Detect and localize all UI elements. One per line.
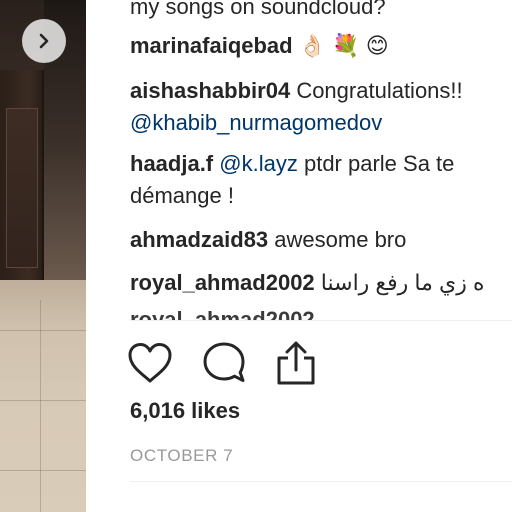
- comment-item: my songs on soundcloud?: [130, 0, 512, 23]
- comment-text: ptdr parle Sa te: [303, 151, 455, 176]
- comment-item-continued: @khabib_nurmagomedov: [130, 107, 512, 139]
- comment-item: royal_ahmad2002 ه زي ما رفع راسنا: [130, 267, 512, 299]
- comment-item: ahmadzaid83 awesome bro: [130, 224, 512, 256]
- comment-item-continued: démange !: [130, 180, 512, 212]
- comment-username[interactable]: marinafaiqebad: [130, 33, 293, 58]
- floor-tile-line: [0, 400, 86, 401]
- floor-tile-line: [0, 470, 86, 471]
- comment-text: awesome bro: [274, 227, 407, 252]
- post-actions: [128, 339, 512, 387]
- comment-text: démange !: [130, 183, 234, 208]
- comment-username[interactable]: royal_ahmad2002: [130, 307, 315, 320]
- comment-text: Congratulations!!: [296, 78, 463, 103]
- section-divider: [130, 320, 512, 321]
- post-date: OCTOBER 7: [130, 446, 234, 465]
- share-button[interactable]: [272, 339, 320, 387]
- post-photo: [0, 0, 86, 512]
- next-photo-button[interactable]: [22, 19, 66, 63]
- post-details-panel: my songs on soundcloud? marinafaiqebad 👌…: [86, 0, 512, 512]
- comment-username[interactable]: aishashabbir04: [130, 78, 290, 103]
- heart-icon: [128, 343, 172, 383]
- chevron-right-icon: [39, 33, 49, 49]
- comment-username[interactable]: royal_ahmad2002: [130, 270, 315, 295]
- comment-bubble-icon: [203, 342, 245, 382]
- floor-tile-line: [40, 300, 41, 512]
- comment-mention-link[interactable]: @khabib_nurmagomedov: [130, 110, 382, 135]
- like-button[interactable]: [126, 339, 174, 387]
- comment-item-partial: royal_ahmad2002: [130, 304, 512, 320]
- comment-text: my songs on soundcloud?: [130, 0, 386, 19]
- comment-mention-link[interactable]: @k.layz: [219, 151, 298, 176]
- comment-item: haadja.f @k.layz ptdr parle Sa te: [130, 148, 512, 180]
- comment-username[interactable]: haadja.f: [130, 151, 213, 176]
- section-divider: [130, 481, 512, 482]
- comment-username[interactable]: ahmadzaid83: [130, 227, 268, 252]
- comment-item: aishashabbir04 Congratulations!!: [130, 75, 512, 107]
- share-icon: [277, 341, 315, 385]
- comment-button[interactable]: [200, 339, 248, 387]
- comments-list[interactable]: my songs on soundcloud? marinafaiqebad 👌…: [130, 0, 512, 320]
- comment-item: marinafaiqebad 👌🏻 💐 😊: [130, 30, 512, 62]
- comment-text: ه زي ما رفع راسنا: [320, 270, 485, 295]
- photo-cabinet: [0, 70, 44, 280]
- floor-tile-line: [0, 330, 86, 331]
- likes-count[interactable]: 6,016 likes: [130, 398, 240, 424]
- photo-cabinet-panel: [6, 108, 38, 268]
- comment-text: 👌🏻 💐 😊: [298, 33, 389, 58]
